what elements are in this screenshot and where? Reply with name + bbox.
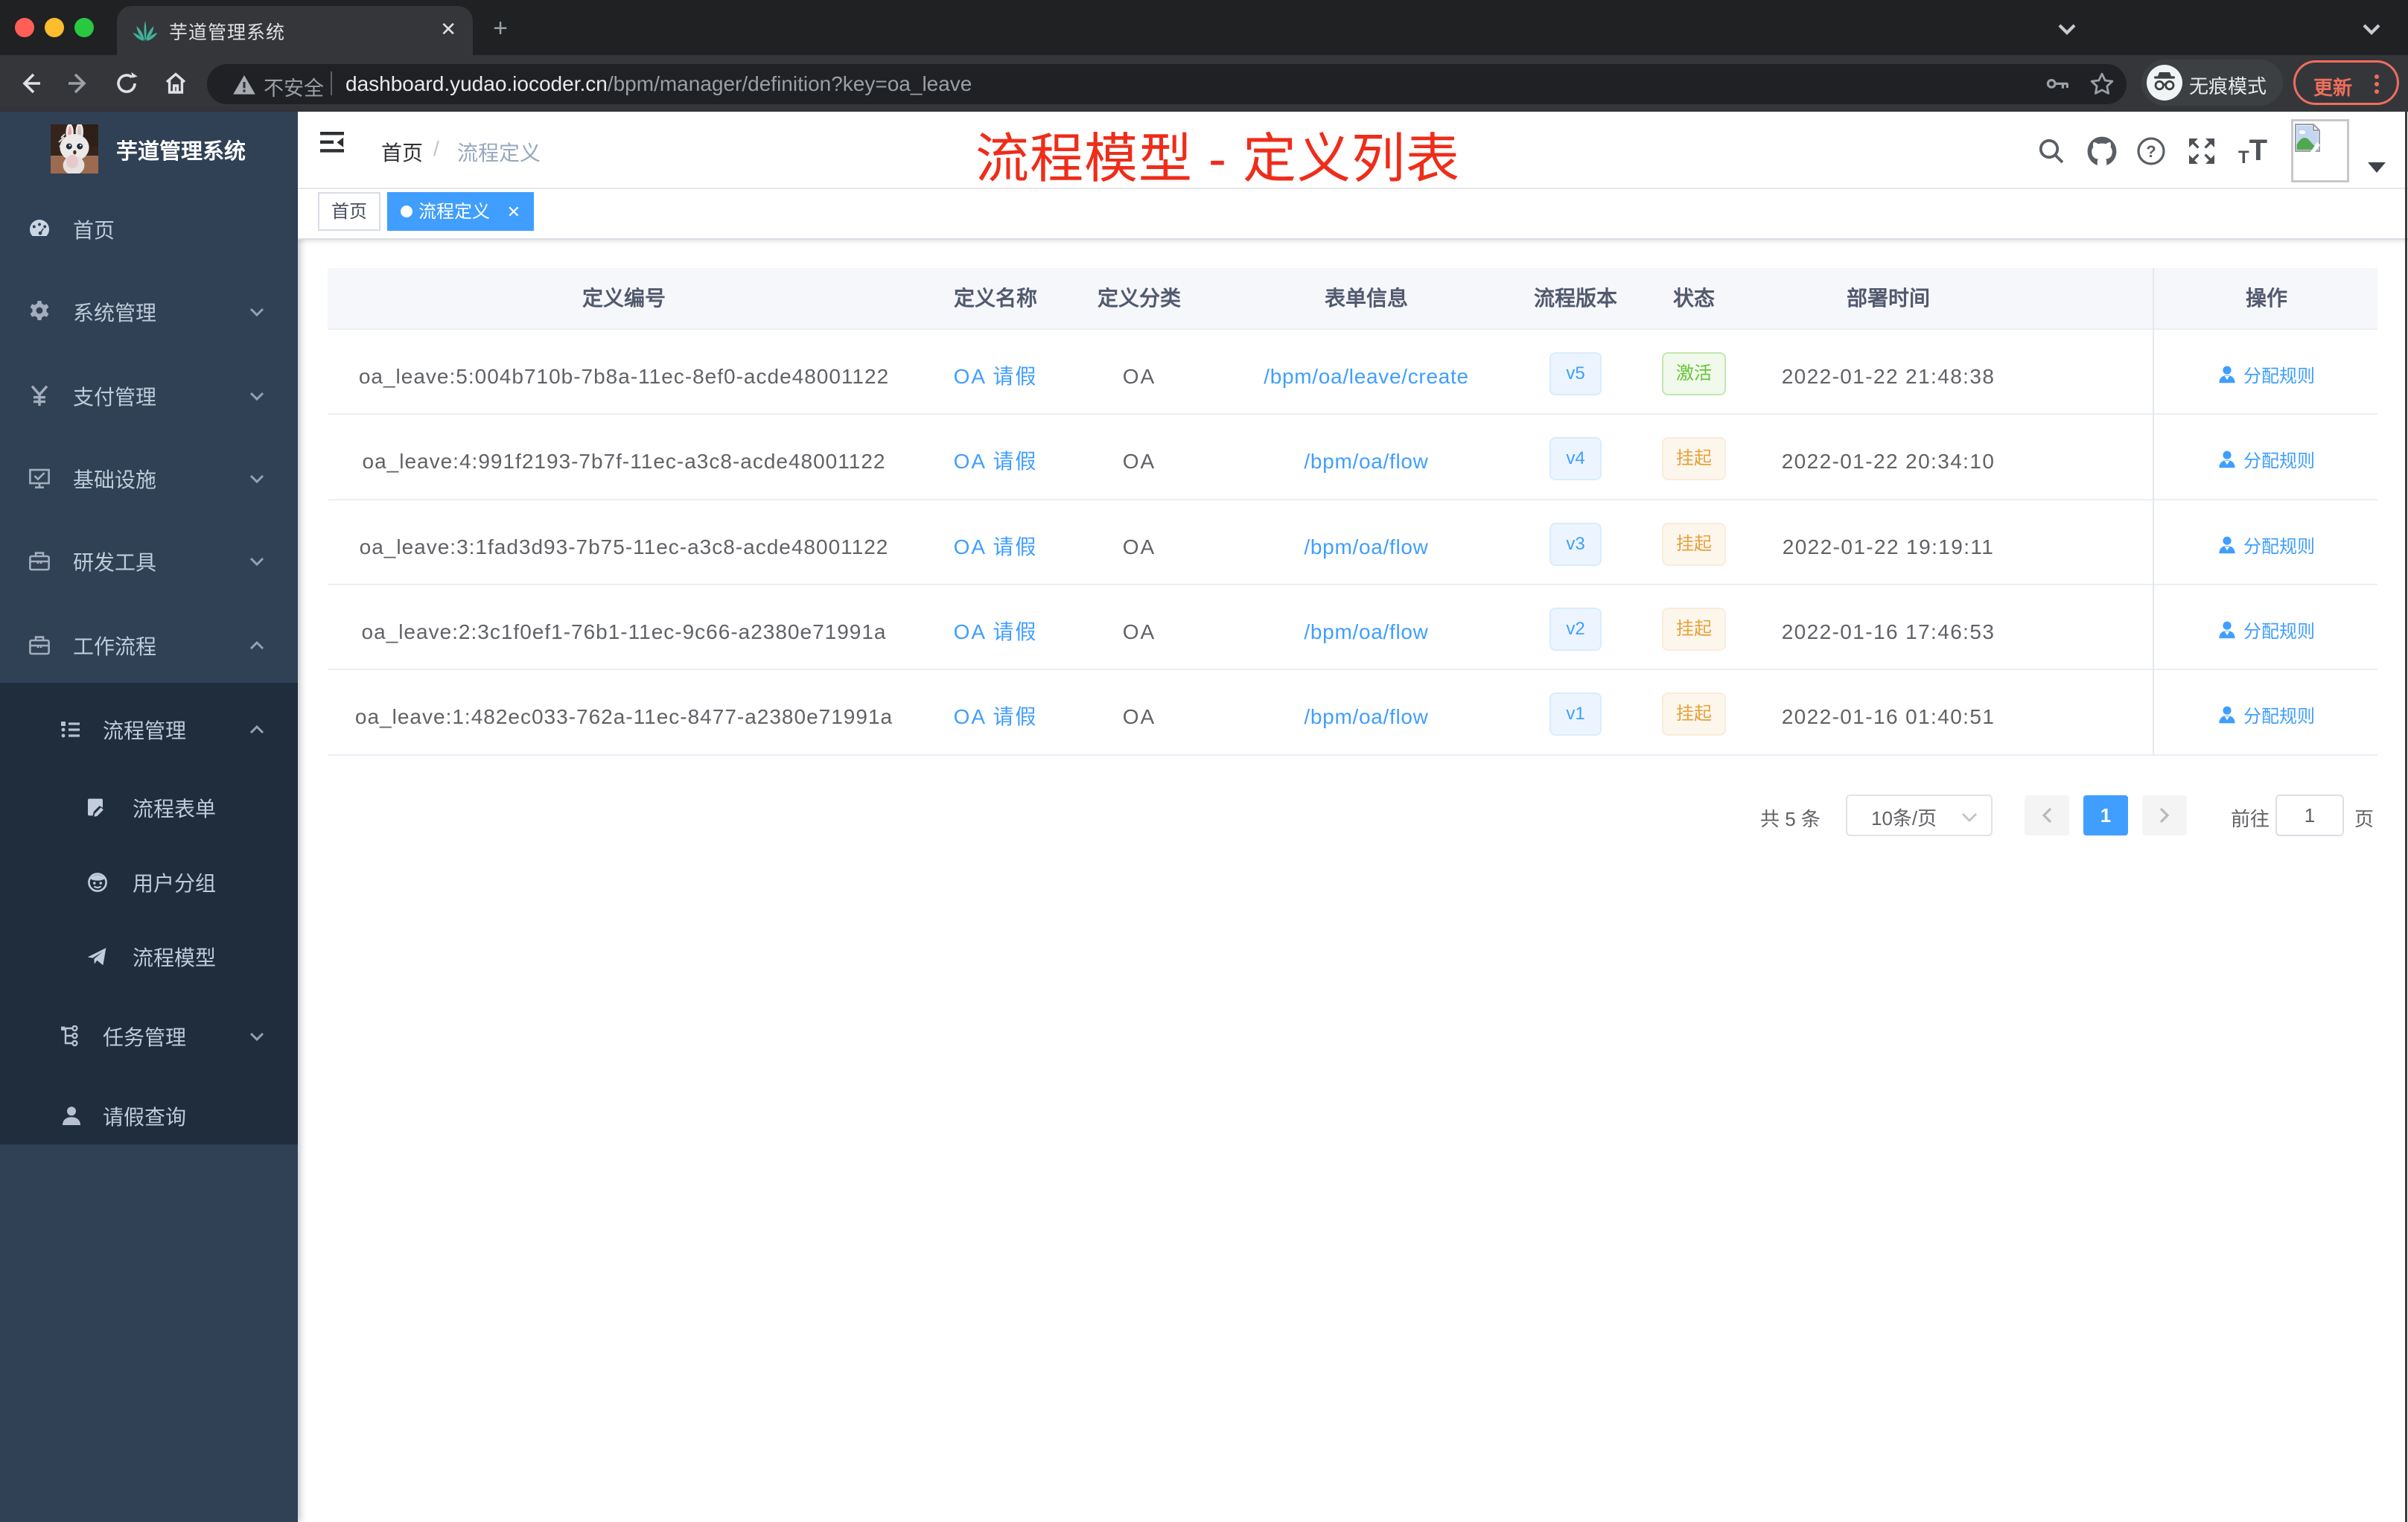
svg-text:?: ? xyxy=(2146,142,2156,161)
